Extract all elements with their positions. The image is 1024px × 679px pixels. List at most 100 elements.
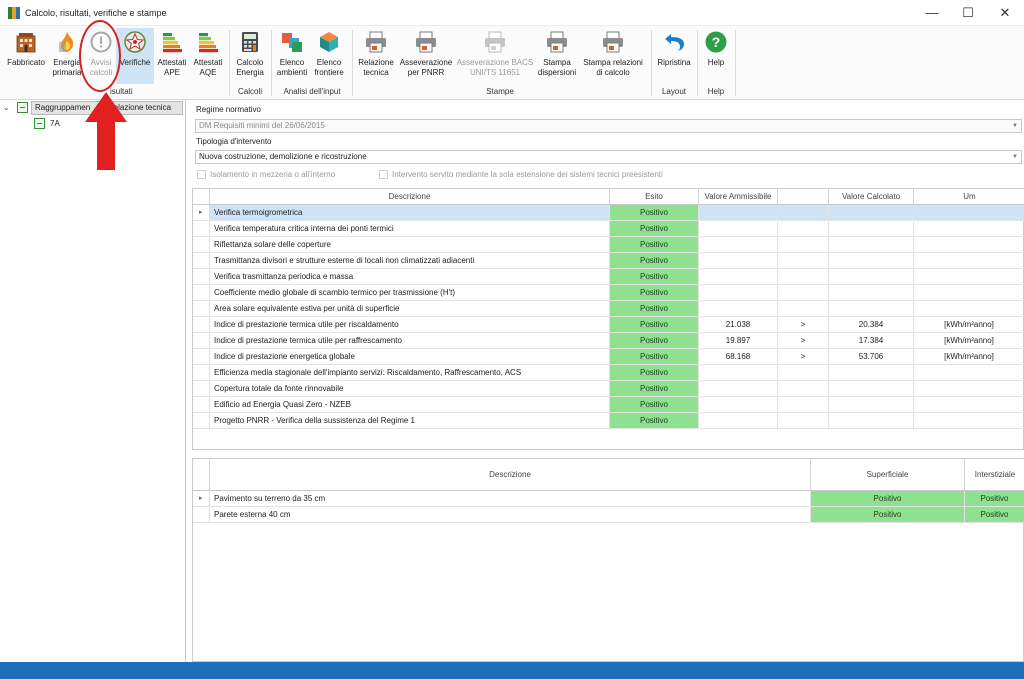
- asseverazione-bacs-label: Asseverazione BACS UNI/TS 11651: [456, 58, 534, 77]
- cell-desc: Area solare equivalente estiva per unità…: [210, 301, 610, 317]
- row-indicator: [193, 301, 210, 317]
- elenco-frontiere-button[interactable]: Elenco frontiere: [310, 28, 348, 84]
- table-row[interactable]: Copertura totale da fonte rinnovabile Pos…: [193, 381, 1024, 397]
- cell-calc: [829, 285, 914, 301]
- maximize-button[interactable]: ☐: [957, 4, 979, 22]
- table-row[interactable]: ▸ Pavimento su terreno da 35 cm Positivo Po…: [193, 491, 1024, 507]
- fabbricato-button[interactable]: Fabbricato: [4, 28, 48, 84]
- cell-esito: Positivo: [610, 269, 699, 285]
- cell-op: [778, 221, 829, 237]
- cell-amm: [699, 413, 778, 429]
- stampa-dispersioni-button[interactable]: Stampa dispersioni: [535, 28, 579, 84]
- table-row[interactable]: Area solare equivalente estiva per unità…: [193, 301, 1024, 317]
- cell-sup: Positivo: [811, 507, 965, 523]
- grid-header-um[interactable]: Um: [914, 189, 1024, 205]
- stampa-dispersioni-label: Stampa dispersioni: [537, 58, 577, 77]
- cell-desc: Verifica trasmittanza periodica e massa: [210, 269, 610, 285]
- calcolo-energia-button[interactable]: Calcolo Energia: [232, 28, 268, 84]
- cell-desc: Coefficiente medio globale di scambio te…: [210, 285, 610, 301]
- cell-amm: [699, 205, 778, 221]
- rooms-icon: [282, 33, 302, 52]
- cell-sup: Positivo: [811, 491, 965, 507]
- regime-label: Regime normativo: [196, 105, 261, 114]
- cell-um: [914, 365, 1024, 381]
- asseverazione-bacs-button[interactable]: Asseverazione BACS UNI/TS 11651: [455, 28, 535, 84]
- group-label-analisi: Analisi dell'input: [283, 87, 341, 96]
- table-row[interactable]: Efficienza media stagionale dell'impiant…: [193, 365, 1024, 381]
- minimize-button[interactable]: —: [921, 4, 943, 22]
- attestati-aqe-button[interactable]: Attestati AQE: [190, 28, 226, 84]
- table-row[interactable]: Edificio ad Energia Quasi Zero - NZEB Pos…: [193, 397, 1024, 413]
- cell-op: >: [778, 349, 829, 365]
- verifiche-button[interactable]: Verifiche: [116, 28, 154, 84]
- annotation-circle: [79, 20, 121, 92]
- ripristina-button[interactable]: Ripristina: [654, 28, 694, 84]
- regime-select[interactable]: DM Requisiti minimi del 26/06/2015 ▼: [195, 119, 1022, 133]
- table-row[interactable]: Coefficiente medio globale di scambio te…: [193, 285, 1024, 301]
- close-button[interactable]: ✕: [994, 4, 1016, 22]
- tipologia-select[interactable]: Nuova costruzione, demolizione e ricostr…: [195, 150, 1022, 164]
- cell-um: [914, 301, 1024, 317]
- grid-header-superficiale[interactable]: Superficiale: [811, 459, 965, 491]
- cell-op: [778, 237, 829, 253]
- row-indicator: [193, 365, 210, 381]
- table-row[interactable]: Indice di prestazione energetica globale…: [193, 349, 1024, 365]
- cell-um: [914, 285, 1024, 301]
- cell-amm: [699, 301, 778, 317]
- building-icon: [16, 33, 36, 53]
- attestati-ape-button[interactable]: Attestati APE: [154, 28, 190, 84]
- cell-desc: Trasmittanza divisori e strutture estern…: [210, 253, 610, 269]
- grid-header-interstiziale[interactable]: Interstiziale: [965, 459, 1024, 491]
- cell-esito: Positivo: [610, 381, 699, 397]
- help-button[interactable]: ? Help: [700, 28, 732, 84]
- row-indicator: [193, 507, 210, 523]
- grid-header-valore-ammissibile[interactable]: Valore Ammissibile: [699, 189, 778, 205]
- table-row[interactable]: Verifica trasmittanza periodica e massa P…: [193, 269, 1024, 285]
- stampa-relazioni-button[interactable]: Stampa relazioni di calcolo: [579, 28, 647, 84]
- grid-header-descrizione[interactable]: Descrizione: [210, 189, 610, 205]
- annotation-arrow-icon: [85, 92, 127, 170]
- cell-desc: Progetto PNRR - Verifica della sussisten…: [210, 413, 610, 429]
- tree-root-label-left: Raggruppamen: [35, 103, 91, 112]
- cell-op: [778, 301, 829, 317]
- intervento-checkbox[interactable]: Intervento servito mediante la sola este…: [379, 170, 663, 179]
- printer-icon: [485, 31, 505, 53]
- relazione-tecnica-button[interactable]: Relazione tecnica: [355, 28, 397, 84]
- table-row[interactable]: ▸ Verifica termoigrometrica Positivo: [193, 205, 1024, 221]
- cell-um: [914, 381, 1024, 397]
- grid-header-indicator: [193, 459, 210, 491]
- grid-header-valore-calcolato[interactable]: Valore Calcolato: [829, 189, 914, 205]
- group-label-help: Help: [707, 87, 725, 96]
- cell-op: [778, 365, 829, 381]
- row-indicator: ▸: [193, 491, 210, 507]
- table-row[interactable]: Indice di prestazione termica utile per …: [193, 333, 1024, 349]
- cell-desc: Efficienza media stagionale dell'impiant…: [210, 365, 610, 381]
- help-icon: ?: [705, 31, 727, 53]
- table-row[interactable]: Trasmittanza divisori e strutture estern…: [193, 253, 1024, 269]
- table-row[interactable]: Verifica temperatura critica interna dei…: [193, 221, 1024, 237]
- grid-header-descrizione[interactable]: Descrizione: [210, 459, 811, 491]
- table-row[interactable]: Parete esterna 40 cm Positivo Positivo: [193, 507, 1024, 523]
- isolamento-checkbox[interactable]: Isolamento in mezzeria o all'interno: [197, 170, 335, 179]
- chevron-down-icon[interactable]: ⌄: [3, 101, 10, 115]
- ribbon: Fabbricato Energia primaria Avvisi calco…: [0, 26, 1024, 100]
- table-row[interactable]: Indice di prestazione termica utile per …: [193, 317, 1024, 333]
- cell-esito: Positivo: [610, 253, 699, 269]
- cell-um: [914, 397, 1024, 413]
- grid-header-operator[interactable]: [778, 189, 829, 205]
- tree-child-label: 7A: [50, 119, 60, 128]
- cell-um: [914, 205, 1024, 221]
- grid-header-esito[interactable]: Esito: [610, 189, 699, 205]
- cell-calc: [829, 397, 914, 413]
- condensa-grid: Descrizione Superficiale Interstiziale ▸…: [192, 458, 1024, 662]
- group-separator: [735, 30, 736, 96]
- main-panel: Regime normativo DM Requisiti minimi del…: [192, 100, 1024, 662]
- table-row[interactable]: Riflettanza solare delle coperture Positi…: [193, 237, 1024, 253]
- elenco-ambienti-button[interactable]: Elenco ambienti: [274, 28, 310, 84]
- asseverazione-pnrr-button[interactable]: Asseverazione per PNRR: [397, 28, 455, 84]
- cell-calc: [829, 301, 914, 317]
- cell-desc: Indice di prestazione energetica globale: [210, 349, 610, 365]
- table-row[interactable]: Progetto PNRR - Verifica della sussisten…: [193, 413, 1024, 429]
- cell-op: >: [778, 317, 829, 333]
- cell-esito: Positivo: [610, 237, 699, 253]
